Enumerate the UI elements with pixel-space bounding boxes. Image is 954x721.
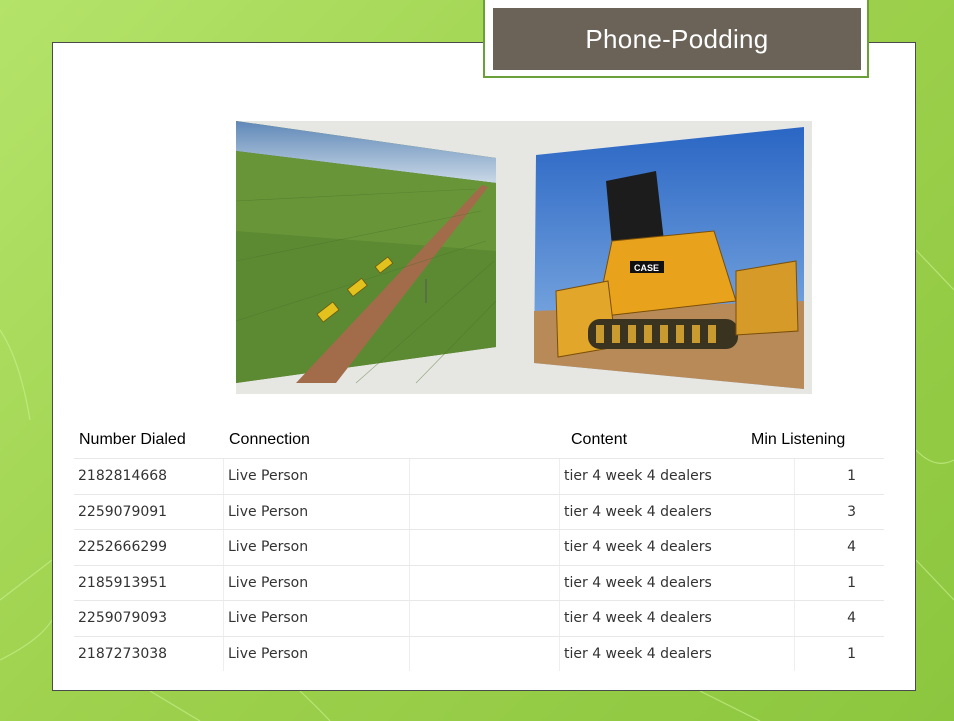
aerial-harvester-field-photo [236,121,497,384]
number-dialed-cell: 2259079093 [74,601,224,636]
content-cell: tier 4 week 4 dealers [560,636,795,671]
connection-cell: Live Person [224,459,410,494]
spacer-cell [410,459,560,494]
min-listening-cell: 4 [847,610,856,627]
number-dialed-cell: 2182814668 [74,459,224,494]
connection-cell: Live Person [224,565,410,600]
table-row: 2185913951 Live Person tier 4 week 4 dea… [74,564,884,600]
table-row: 2182814668 Live Person tier 4 week 4 dea… [74,458,884,494]
number-dialed-cell: 2252666299 [74,530,224,565]
header-connection: Connection [229,431,310,448]
spacer-cell [410,636,560,671]
slide-title: Phone-Podding [493,8,861,70]
calls-table: 2182814668 Live Person tier 4 week 4 dea… [74,458,884,671]
connection-cell: Live Person [224,530,410,565]
number-dialed-cell: 2185913951 [74,565,224,600]
min-listening-cell: 3 [847,503,856,520]
content-cell: tier 4 week 4 dealers [560,601,795,636]
connection-cell: Live Person [224,494,410,529]
spacer-cell [410,530,560,565]
svg-text:CASE: CASE [634,263,659,273]
min-listening-cell: 1 [847,468,856,485]
content-cell: tier 4 week 4 dealers [560,494,795,529]
table-row: 2259079091 Live Person tier 4 week 4 dea… [74,493,884,529]
content-cell: tier 4 week 4 dealers [560,459,795,494]
content-cell: tier 4 week 4 dealers [560,530,795,565]
min-listening-cell: 1 [847,645,856,662]
header-min-listening: Min Listening [751,431,846,448]
spacer-cell [410,601,560,636]
photo-strip: CASE [236,121,812,394]
min-listening-cell: 1 [847,574,856,591]
number-dialed-cell: 2187273038 [74,636,224,671]
connection-cell: Live Person [224,601,410,636]
table-row: 2252666299 Live Person tier 4 week 4 dea… [74,529,884,565]
number-dialed-cell: 2259079091 [74,494,224,529]
header-number-dialed: Number Dialed [79,431,186,448]
table-row: 2259079093 Live Person tier 4 week 4 dea… [74,600,884,636]
min-listening-cell: 4 [847,539,856,556]
table-row: 2187273038 Live Person tier 4 week 4 dea… [74,635,884,671]
header-content: Content [571,431,628,448]
case-bulldozer-photo: CASE [534,127,804,389]
spacer-cell [410,494,560,529]
content-cell: tier 4 week 4 dealers [560,565,795,600]
connection-cell: Live Person [224,636,410,671]
spacer-cell [410,565,560,600]
